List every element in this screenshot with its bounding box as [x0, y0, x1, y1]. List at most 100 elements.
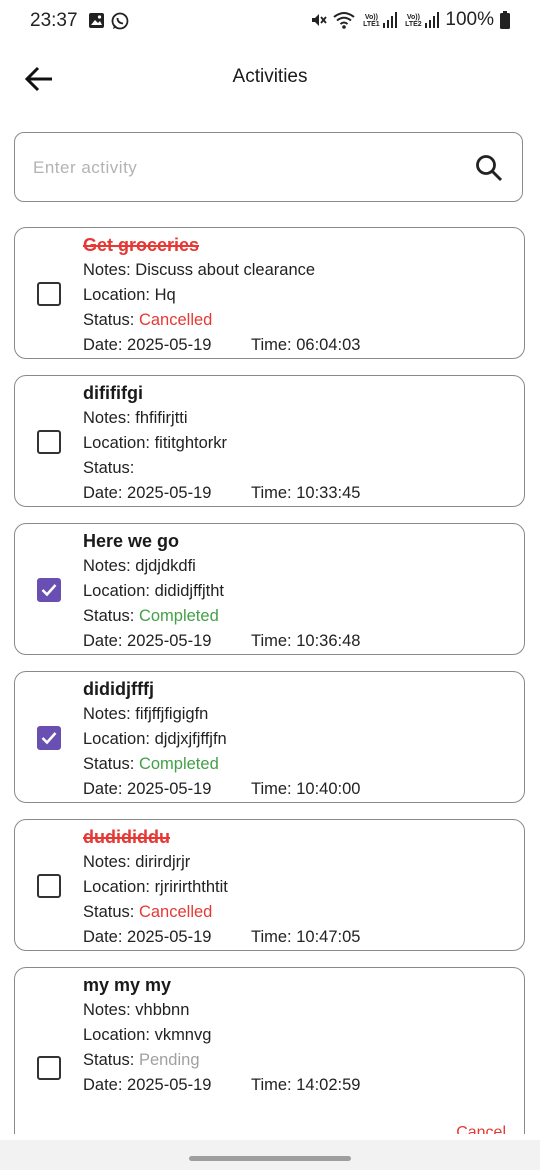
- activity-checkbox[interactable]: [37, 430, 61, 454]
- activity-card[interactable]: my my my Notes: vhbbnn Location: vkmnvg …: [14, 967, 525, 1134]
- status-bar: 23:37 Vo)) LTE1 Vo)) LTE2 100%: [0, 0, 540, 44]
- date-value: 2025-05-19: [127, 780, 212, 798]
- location-label: Location:: [83, 730, 155, 748]
- status-value: Cancelled: [138, 903, 213, 921]
- activity-checkbox[interactable]: [37, 578, 61, 602]
- activity-notes: Notes: fifjffjfigigfn: [83, 702, 514, 727]
- status-label: Status:: [83, 607, 139, 625]
- activity-datetime: Date: 2025-05-19 Time: 14:02:59: [83, 1073, 514, 1098]
- location-value: Hq: [154, 286, 176, 304]
- activity-card[interactable]: Get groceries Notes: Discuss about clear…: [14, 227, 525, 359]
- app-bar: Activities: [0, 48, 540, 108]
- search-box: [14, 132, 523, 202]
- page-title: Activities: [232, 66, 308, 87]
- activity-datetime: Date: 2025-05-19 Time: 06:04:03: [83, 333, 514, 358]
- activity-card[interactable]: dudididdu Notes: dirirdjrjr Location: rj…: [14, 819, 525, 951]
- activity-status: Status: Completed: [83, 752, 514, 777]
- time-value: 06:04:03: [296, 336, 361, 354]
- activity-checkbox[interactable]: [37, 282, 61, 306]
- sim1-label: Vo)) LTE1: [363, 14, 380, 28]
- activity-status: Status: Cancelled: [83, 308, 514, 333]
- activity-card[interactable]: dididjfffj Notes: fifjffjfigigfn Locatio…: [14, 671, 525, 803]
- activity-notes: Notes: vhbbnn: [83, 998, 514, 1023]
- time-field: Time: 10:47:05: [251, 925, 360, 950]
- wifi-icon: [333, 12, 356, 29]
- sim2-label: Vo)) LTE2: [405, 14, 422, 28]
- date-label: Date:: [83, 928, 128, 946]
- time-value: 10:40:00: [296, 780, 361, 798]
- date-label: Date:: [83, 1076, 128, 1094]
- activity-location: Location: vkmnvg: [83, 1023, 514, 1048]
- location-value: fititghtorkr: [154, 434, 227, 452]
- time-value: 14:02:59: [296, 1076, 361, 1094]
- status-label: Status:: [83, 755, 139, 773]
- activity-search-input[interactable]: [31, 151, 455, 185]
- activity-status: Status: Pending: [83, 1048, 514, 1073]
- activity-datetime: Date: 2025-05-19 Time: 10:47:05: [83, 925, 514, 950]
- notes-label: Notes:: [83, 1001, 136, 1019]
- navigation-bar: [0, 1140, 540, 1170]
- activity-title: my my my: [83, 975, 172, 995]
- cancel-activity-button[interactable]: Cancel: [456, 1124, 506, 1134]
- activity-checkbox[interactable]: [37, 1056, 61, 1080]
- time-label: Time:: [251, 780, 297, 798]
- activity-title: Here we go: [83, 531, 180, 551]
- activity-checkbox[interactable]: [37, 874, 61, 898]
- activity-notes: Notes: fhfifirjtti: [83, 406, 514, 431]
- date-field: Date: 2025-05-19: [83, 925, 251, 950]
- location-value: dididjffjtht: [154, 582, 224, 600]
- home-gesture-handle[interactable]: [189, 1156, 351, 1161]
- search-icon: [476, 155, 503, 182]
- time-field: Time: 10:40:00: [251, 777, 360, 802]
- activity-notes: Notes: Discuss about clearance: [83, 258, 514, 283]
- date-value: 2025-05-19: [127, 484, 212, 502]
- status-label: Status:: [83, 459, 135, 477]
- mute-icon: [312, 14, 328, 26]
- date-field: Date: 2025-05-19: [83, 481, 251, 506]
- time-field: Time: 10:36:48: [251, 629, 360, 654]
- location-label: Location:: [83, 878, 155, 896]
- time-label: Time:: [251, 928, 297, 946]
- sim2-indicator: Vo)) LTE2: [403, 12, 440, 28]
- notes-value: fifjffjfigigfn: [135, 705, 209, 723]
- date-label: Date:: [83, 632, 128, 650]
- activity-card[interactable]: Here we go Notes: djdjdkdfi Location: di…: [14, 523, 525, 655]
- date-value: 2025-05-19: [127, 1076, 212, 1094]
- time-field: Time: 14:02:59: [251, 1073, 360, 1098]
- activity-checkbox[interactable]: [37, 726, 61, 750]
- activity-content: Get groceries Notes: Discuss about clear…: [83, 230, 514, 358]
- image-icon: [89, 13, 104, 28]
- activity-list[interactable]: Get groceries Notes: Discuss about clear…: [14, 227, 525, 1134]
- notes-value: vhbbnn: [135, 1001, 190, 1019]
- notes-label: Notes:: [83, 261, 136, 279]
- status-label: Status:: [83, 903, 139, 921]
- time-label: Time:: [251, 484, 297, 502]
- time-field: Time: 06:04:03: [251, 333, 360, 358]
- status-label: Status:: [83, 311, 139, 329]
- activity-title: dididjfffj: [83, 679, 154, 699]
- notes-value: Discuss about clearance: [135, 261, 316, 279]
- activity-content: Here we go Notes: djdjdkdfi Location: di…: [83, 526, 514, 654]
- search-button[interactable]: [474, 153, 504, 183]
- time-value: 10:33:45: [296, 484, 361, 502]
- status-label: Status:: [83, 1051, 139, 1069]
- notes-value: dirirdjrjr: [135, 853, 191, 871]
- notes-value: fhfifirjtti: [135, 409, 188, 427]
- activity-location: Location: fititghtorkr: [83, 431, 514, 456]
- activity-notes: Notes: dirirdjrjr: [83, 850, 514, 875]
- status-value: Cancelled: [138, 311, 213, 329]
- location-label: Location:: [83, 434, 155, 452]
- location-value: vkmnvg: [154, 1026, 212, 1044]
- activity-card[interactable]: difififgi Notes: fhfifirjtti Location: f…: [14, 375, 525, 507]
- activity-title: dudididdu: [83, 827, 170, 847]
- date-field: Date: 2025-05-19: [83, 333, 251, 358]
- notification-icons: [88, 12, 129, 30]
- activity-content: dididjfffj Notes: fifjffjfigigfn Locatio…: [83, 674, 514, 802]
- date-field: Date: 2025-05-19: [83, 629, 251, 654]
- checkmark-icon: [41, 732, 57, 745]
- time-label: Time:: [251, 1076, 297, 1094]
- status-value: Completed: [138, 607, 219, 625]
- location-label: Location:: [83, 1026, 155, 1044]
- time-label: Time:: [251, 632, 297, 650]
- location-value: rjririrththtit: [154, 878, 228, 896]
